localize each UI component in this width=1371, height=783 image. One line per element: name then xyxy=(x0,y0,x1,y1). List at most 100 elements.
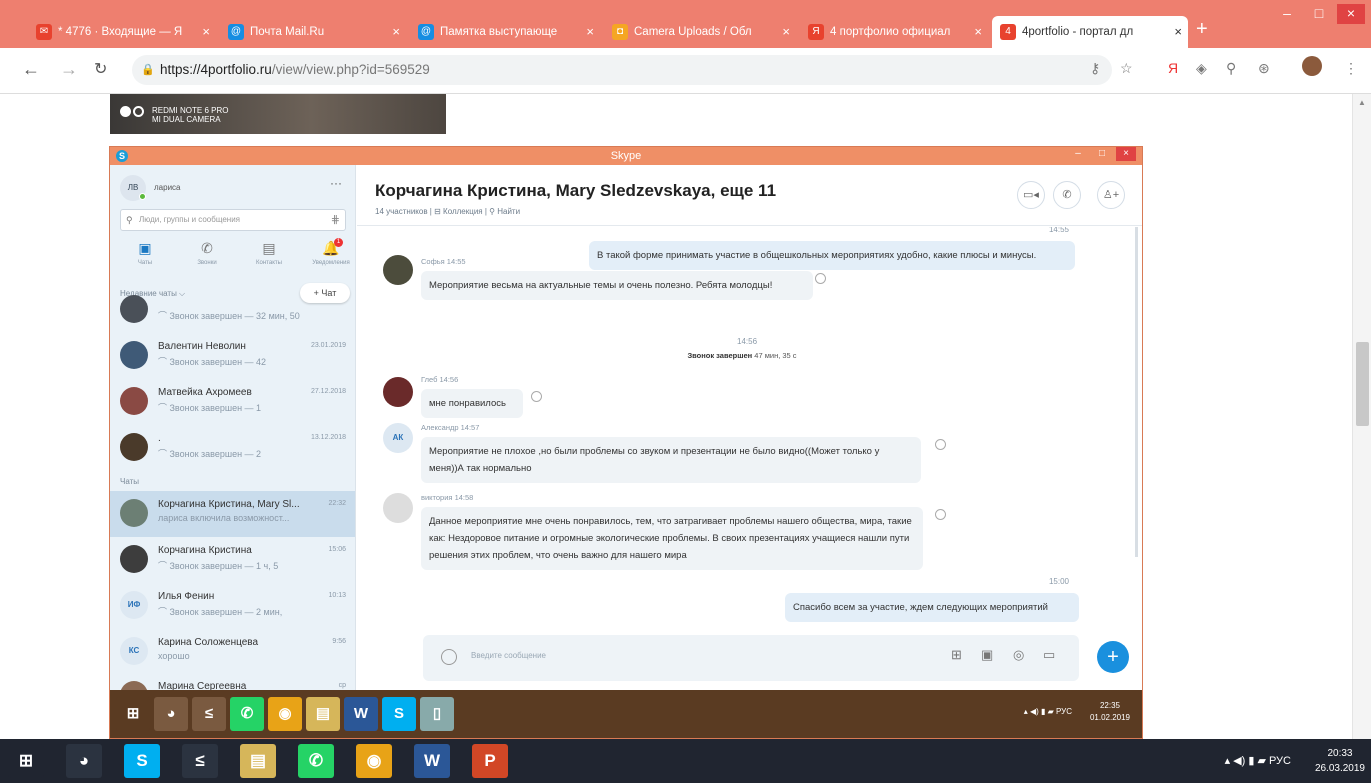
tab-close-icon[interactable]: × xyxy=(974,16,982,48)
scroll-thumb[interactable] xyxy=(1356,342,1369,426)
inner-taskbar-app-icon[interactable]: ◕ xyxy=(154,697,188,731)
browser-tab[interactable]: ◘ Camera Uploads / Обл × xyxy=(604,16,796,48)
menu-icon[interactable]: ⋮ xyxy=(1344,60,1358,77)
chat-list-item[interactable]: ИФ Илья Фенин ⌒ Звонок завершен — 2 мин, 10… xyxy=(110,583,355,629)
skype-minimize-button[interactable]: – xyxy=(1068,147,1088,161)
conversation-subtitle[interactable]: 14 участников | ⊟ Коллекция | ⚲ Найти xyxy=(375,207,520,216)
browser-tab[interactable]: ✉ * 4776 · Входящие — Я × xyxy=(28,16,216,48)
chat-list-item[interactable]: Корчагина Кристина ⌒ Звонок завершен — 1 … xyxy=(110,537,355,583)
gallery-icon[interactable]: ⊞ xyxy=(951,647,962,663)
chat-list-item[interactable]: . ⌒ Звонок завершен — 2 13.12.2018 xyxy=(110,425,355,471)
incoming-message[interactable]: мне понравилось xyxy=(421,389,523,418)
nav-calls[interactable]: ✆ Звонки xyxy=(182,239,232,266)
inner-taskbar-app-icon[interactable]: ⊞ xyxy=(116,697,150,731)
tab-close-icon[interactable]: × xyxy=(782,16,790,48)
reaction-icon[interactable] xyxy=(531,391,542,402)
reload-icon[interactable]: ↻ xyxy=(94,59,107,79)
chat-list-item[interactable]: Матвейка Ахромеев ⌒ Звонок завершен — 1 27… xyxy=(110,379,355,425)
incoming-message[interactable]: Мероприятие не плохое ,но были проблемы … xyxy=(421,437,921,483)
inner-taskbar-app-icon[interactable]: ▯ xyxy=(420,697,454,731)
more-options-icon[interactable]: ··· xyxy=(330,176,342,190)
taskbar-app-icon[interactable]: S xyxy=(124,744,160,778)
tab-close-icon[interactable]: × xyxy=(202,16,210,48)
inner-taskbar-app-icon[interactable]: ✆ xyxy=(230,697,264,731)
inner-system-tray[interactable]: ▴ ◀) ▮ ▰ РУС xyxy=(1024,707,1072,716)
taskbar-app-icon[interactable]: ◕ xyxy=(66,744,102,778)
nav-contacts[interactable]: ▤ Контакты xyxy=(244,239,294,266)
chat-list-item[interactable]: Валентин Неволин ⌒ Звонок завершен — 42 23… xyxy=(110,333,355,379)
extension-icon[interactable]: ◈ xyxy=(1196,60,1207,77)
user-name[interactable]: лариса xyxy=(154,183,180,192)
chat-list-item[interactable]: ⌒ Звонок завершен — 32 мин, 50 xyxy=(110,287,355,333)
minimize-button[interactable]: – xyxy=(1273,4,1301,24)
taskbar-app-icon[interactable]: P xyxy=(472,744,508,778)
taskbar-app-icon[interactable]: ◉ xyxy=(356,744,392,778)
sender-avatar[interactable] xyxy=(383,493,413,523)
tab-close-icon[interactable]: × xyxy=(392,16,400,48)
tab-close-icon[interactable]: × xyxy=(586,16,594,48)
outgoing-message[interactable]: В такой форме принимать участие в общешк… xyxy=(589,241,1075,270)
message-composer[interactable]: Введите сообщение ⊞ ▣ ◎ ▭ xyxy=(423,635,1079,681)
chat-list-item[interactable]: КС Карина Соложенцева хорошо 9:56 xyxy=(110,629,355,675)
inner-taskbar-app-icon[interactable]: ◉ xyxy=(268,697,302,731)
search-extension-icon[interactable]: ⚲ xyxy=(1226,60,1236,77)
reaction-icon[interactable] xyxy=(935,439,946,450)
audio-call-button[interactable]: ✆ xyxy=(1053,181,1081,209)
outgoing-message[interactable]: Спасибо всем за участие, ждем следующих … xyxy=(785,593,1079,622)
bookmark-star-icon[interactable]: ☆ xyxy=(1120,60,1133,77)
extension-icon[interactable]: ⊛ xyxy=(1258,60,1270,77)
inner-taskbar-app-icon[interactable]: ≤ xyxy=(192,697,226,731)
taskbar-app-icon[interactable]: W xyxy=(414,744,450,778)
send-button[interactable]: + xyxy=(1097,641,1129,673)
nav-notifications[interactable]: 🔔 Уведомления 1 xyxy=(306,238,355,266)
browser-tab[interactable]: Я 4 портфолио официал × xyxy=(800,16,988,48)
taskbar-app-icon[interactable]: ✆ xyxy=(298,744,334,778)
system-clock[interactable]: 20:33 26.03.2019 xyxy=(1315,746,1365,776)
skype-close-button[interactable]: × xyxy=(1116,147,1136,161)
new-tab-button[interactable]: + xyxy=(1196,18,1208,41)
location-icon[interactable]: ◎ xyxy=(1013,647,1024,663)
contact-card-icon[interactable]: ▣ xyxy=(981,647,993,663)
browser-tab[interactable]: 4 4portfolio - портал дл × xyxy=(992,16,1188,48)
close-window-button[interactable]: × xyxy=(1337,4,1365,24)
back-icon[interactable]: ← xyxy=(22,59,40,80)
video-message-icon[interactable]: ▭ xyxy=(1043,647,1055,663)
chat-list-item[interactable]: Марина Сергеевна ср xyxy=(110,673,355,690)
add-participant-button[interactable]: ♙+ xyxy=(1097,181,1125,209)
inner-taskbar-app-icon[interactable]: W xyxy=(344,697,378,731)
key-icon[interactable]: ⚷ xyxy=(1090,60,1100,77)
browser-tab[interactable]: @ Памятка выступающе × xyxy=(410,16,600,48)
inner-clock[interactable]: 22:35 01.02.2019 xyxy=(1090,700,1130,724)
search-input[interactable]: ⚲ Люди, группы и сообщения ⋕ xyxy=(120,209,346,231)
page-scrollbar[interactable]: ▲ xyxy=(1352,94,1371,739)
browser-tab[interactable]: @ Почта Mail.Ru × xyxy=(220,16,406,48)
taskbar-app-icon[interactable]: ▤ xyxy=(240,744,276,778)
incoming-message[interactable]: Данное мероприятие мне очень понравилось… xyxy=(421,507,923,570)
taskbar-app-icon[interactable]: ⊞ xyxy=(8,744,44,778)
emoji-icon[interactable] xyxy=(441,649,457,665)
dialpad-icon[interactable]: ⋕ xyxy=(331,210,340,230)
yandex-extension-icon[interactable]: Я xyxy=(1168,60,1178,76)
conversation-title[interactable]: Корчагина Кристина, Mary Sledzevskaya, е… xyxy=(375,181,776,201)
maximize-button[interactable]: □ xyxy=(1305,4,1333,24)
inner-taskbar-app-icon[interactable]: ▤ xyxy=(306,697,340,731)
incoming-message[interactable]: Мероприятие весьма на актуальные темы и … xyxy=(421,271,813,300)
reaction-icon[interactable] xyxy=(815,273,826,284)
taskbar-app-icon[interactable]: ≤ xyxy=(182,744,218,778)
profile-avatar[interactable] xyxy=(1302,56,1322,76)
chat-list-item[interactable]: Корчагина Кристина, Mary Sl... лариса вкл… xyxy=(110,491,355,537)
sender-avatar[interactable] xyxy=(383,377,413,407)
video-call-button[interactable]: ▭◂ xyxy=(1017,181,1045,209)
skype-maximize-button[interactable]: □ xyxy=(1092,147,1112,161)
sender-avatar[interactable] xyxy=(383,255,413,285)
reaction-icon[interactable] xyxy=(935,509,946,520)
system-tray[interactable]: ▴ ◀) ▮ ▰ РУС xyxy=(1225,754,1291,767)
nav-chats[interactable]: ▣ Чаты xyxy=(120,239,170,266)
url-input[interactable]: 🔒 https://4portfolio.ru/view/view.php?id… xyxy=(132,55,1112,85)
message-scrollbar[interactable] xyxy=(1135,227,1138,557)
tab-close-icon[interactable]: × xyxy=(1174,16,1182,48)
inner-taskbar-app-icon[interactable]: S xyxy=(382,697,416,731)
sender-avatar[interactable]: АК xyxy=(383,423,413,453)
forward-icon[interactable]: → xyxy=(60,59,78,80)
user-avatar[interactable]: ЛВ xyxy=(120,175,146,201)
